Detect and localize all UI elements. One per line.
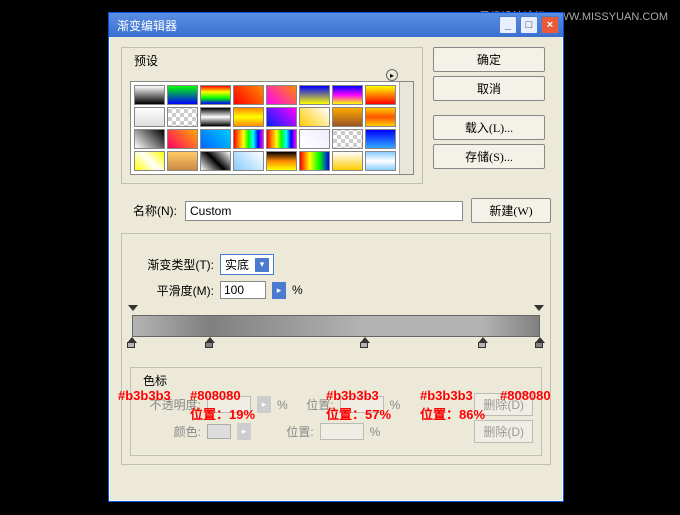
pos-label: 位置: bbox=[274, 423, 314, 440]
minimize-button[interactable]: _ bbox=[499, 16, 517, 34]
color-stop[interactable] bbox=[127, 337, 137, 347]
preset-swatch[interactable] bbox=[299, 151, 330, 171]
pos-input bbox=[340, 396, 384, 413]
type-select[interactable]: 实底 ▾ bbox=[220, 254, 274, 275]
pos-label: 位置: bbox=[294, 396, 334, 413]
load-button[interactable]: 载入(L)... bbox=[433, 115, 545, 140]
preset-grid[interactable] bbox=[130, 81, 414, 175]
preset-swatch[interactable] bbox=[200, 151, 231, 171]
presets-menu-icon[interactable]: ▸ bbox=[386, 69, 398, 81]
color-stop[interactable] bbox=[205, 337, 215, 347]
preset-swatch[interactable] bbox=[266, 85, 297, 105]
save-button[interactable]: 存储(S)... bbox=[433, 144, 545, 169]
preset-swatch[interactable] bbox=[332, 85, 363, 105]
color-swatch bbox=[207, 424, 231, 439]
opacity-label: 不透明度: bbox=[139, 396, 201, 413]
preset-swatch[interactable] bbox=[134, 85, 165, 105]
preset-swatch[interactable] bbox=[299, 107, 330, 127]
gradient-bar[interactable] bbox=[132, 315, 540, 337]
type-label: 渐变类型(T): bbox=[130, 256, 214, 273]
stops-legend: 色标 bbox=[139, 372, 171, 389]
color-stop[interactable] bbox=[478, 337, 488, 347]
preset-swatch[interactable] bbox=[332, 151, 363, 171]
opacity-input bbox=[207, 396, 251, 413]
preset-swatch[interactable] bbox=[332, 129, 363, 149]
preset-swatch[interactable] bbox=[233, 129, 264, 149]
smooth-input[interactable] bbox=[220, 281, 266, 299]
titlebar[interactable]: 渐变编辑器 _ □ × bbox=[109, 13, 563, 37]
maximize-button[interactable]: □ bbox=[520, 16, 538, 34]
preset-swatch[interactable] bbox=[167, 129, 198, 149]
preset-swatch[interactable] bbox=[299, 85, 330, 105]
opacity-stop[interactable] bbox=[534, 305, 544, 315]
smooth-label: 平滑度(M): bbox=[130, 282, 214, 299]
button-column: 确定 取消 载入(L)... 存储(S)... bbox=[433, 47, 545, 192]
stops-fieldset: 色标 不透明度: ▸ % 位置: % 删除(D) 颜色: ▸ % bbox=[130, 367, 542, 456]
preset-swatch[interactable] bbox=[365, 151, 396, 171]
preset-swatch[interactable] bbox=[134, 151, 165, 171]
cancel-button[interactable]: 取消 bbox=[433, 76, 545, 101]
delete-opacity-button: 删除(D) bbox=[474, 393, 533, 416]
preset-swatch[interactable] bbox=[134, 129, 165, 149]
preset-swatch[interactable] bbox=[365, 107, 396, 127]
preset-swatch[interactable] bbox=[200, 129, 231, 149]
preset-swatch[interactable] bbox=[266, 129, 297, 149]
preset-swatch[interactable] bbox=[200, 85, 231, 105]
close-button[interactable]: × bbox=[541, 16, 559, 34]
name-input[interactable] bbox=[185, 201, 463, 221]
smooth-spinner[interactable]: ▸ bbox=[272, 282, 286, 299]
ok-button[interactable]: 确定 bbox=[433, 47, 545, 72]
preset-swatch[interactable] bbox=[365, 85, 396, 105]
preset-swatch[interactable] bbox=[167, 151, 198, 171]
preset-swatch[interactable] bbox=[167, 107, 198, 127]
preset-swatch[interactable] bbox=[365, 129, 396, 149]
preset-swatch[interactable] bbox=[233, 85, 264, 105]
preset-swatch[interactable] bbox=[233, 107, 264, 127]
chevron-down-icon: ▾ bbox=[255, 258, 269, 272]
preset-swatch[interactable] bbox=[200, 107, 231, 127]
delete-color-button: 删除(D) bbox=[474, 420, 533, 443]
opacity-stop[interactable] bbox=[128, 305, 138, 315]
gradient-editor-window: 渐变编辑器 _ □ × 预设 ▸ bbox=[108, 12, 564, 502]
preset-swatch[interactable] bbox=[266, 107, 297, 127]
preset-swatch[interactable] bbox=[134, 107, 165, 127]
gradient-settings-fieldset: . 渐变类型(T): 实底 ▾ 平滑度(M): ▸ % bbox=[121, 233, 551, 465]
opacity-spinner: ▸ bbox=[257, 396, 271, 413]
preset-swatch[interactable] bbox=[233, 151, 264, 171]
color-label: 颜色: bbox=[139, 423, 201, 440]
presets-fieldset: 预设 ▸ bbox=[121, 47, 423, 184]
new-button[interactable]: 新建(W) bbox=[471, 198, 551, 223]
preset-swatch[interactable] bbox=[332, 107, 363, 127]
color-stop[interactable] bbox=[535, 337, 545, 347]
window-title: 渐变编辑器 bbox=[117, 17, 496, 34]
preset-swatch[interactable] bbox=[266, 151, 297, 171]
pos-input bbox=[320, 423, 364, 440]
color-spinner: ▸ bbox=[237, 423, 251, 440]
name-label: 名称(N): bbox=[121, 202, 177, 219]
preset-swatch[interactable] bbox=[299, 129, 330, 149]
presets-legend: 预设 bbox=[130, 52, 162, 69]
color-stop[interactable] bbox=[360, 337, 370, 347]
preset-swatch[interactable] bbox=[167, 85, 198, 105]
preset-scrollbar[interactable] bbox=[399, 82, 413, 174]
